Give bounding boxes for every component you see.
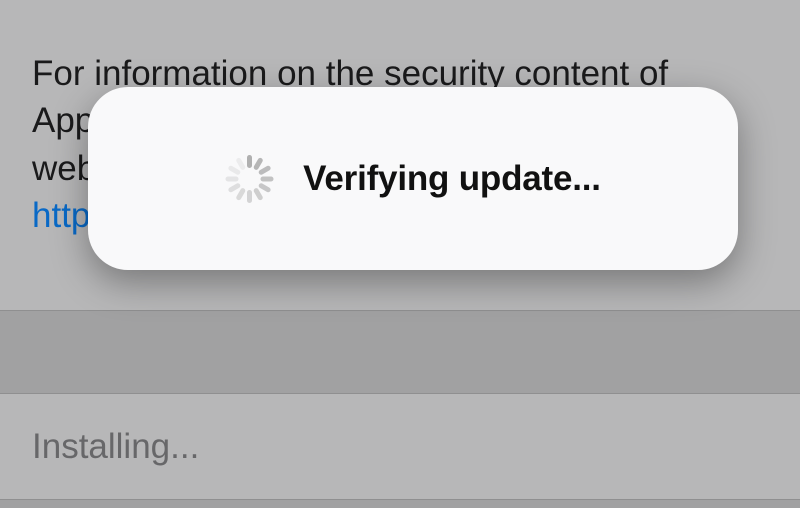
install-status-label: Installing... bbox=[32, 427, 199, 467]
bottom-separator bbox=[0, 500, 800, 508]
install-row[interactable]: Installing... bbox=[0, 394, 800, 500]
verifying-update-dialog: Verifying update... bbox=[88, 87, 738, 270]
section-separator bbox=[0, 310, 800, 394]
spinner-icon bbox=[225, 155, 273, 203]
verifying-update-text: Verifying update... bbox=[303, 159, 601, 199]
